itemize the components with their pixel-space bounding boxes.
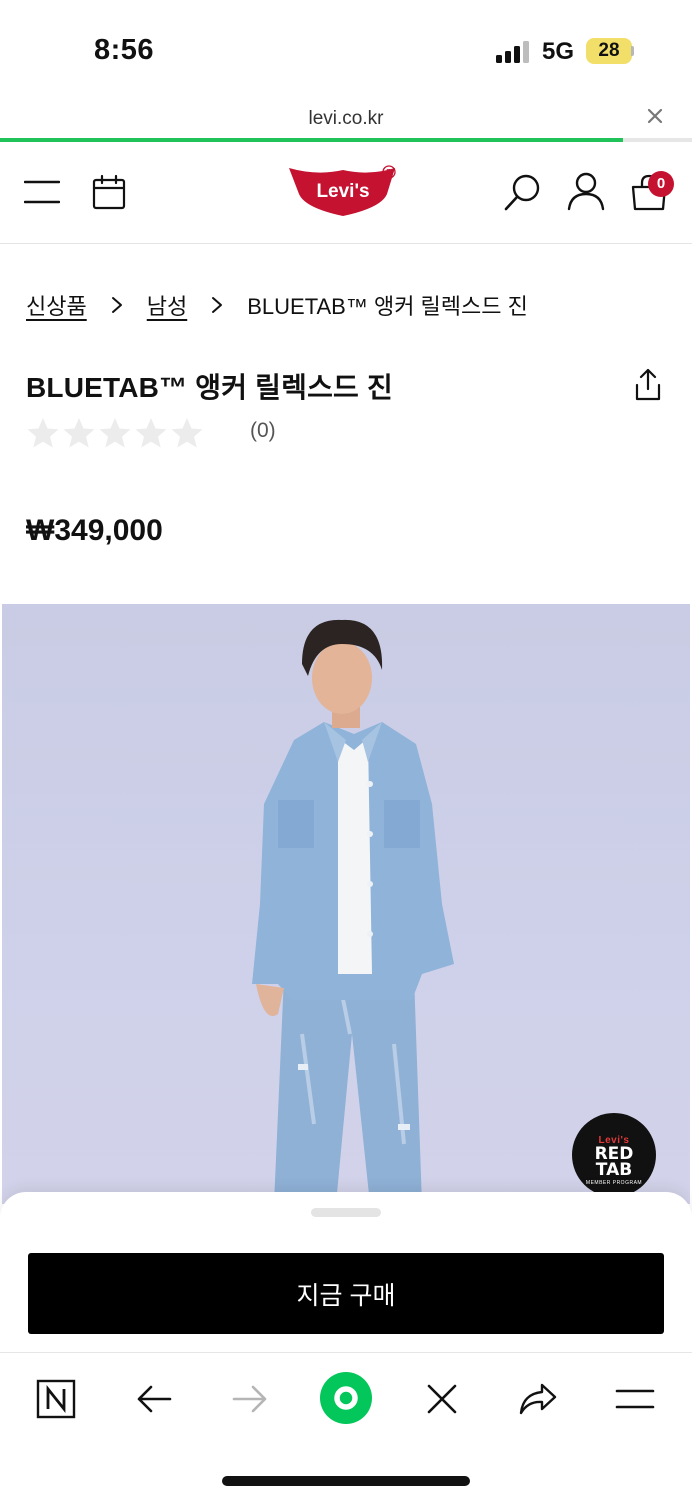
levis-logo[interactable]: Levi's R (287, 164, 405, 220)
svg-text:R: R (386, 168, 392, 177)
home-indicator (222, 1476, 470, 1486)
price-value: 349,000 (54, 514, 163, 547)
menu-icon[interactable] (613, 1377, 657, 1421)
breadcrumb: 신상품 남성 BLUETAB™ 앵커 릴렉스드 진 (26, 288, 528, 322)
product-price: ₩349,000 (26, 514, 163, 548)
url-text[interactable]: levi.co.kr (0, 108, 692, 130)
product-image[interactable] (2, 604, 690, 1204)
account-icon[interactable] (567, 171, 605, 211)
network-type: 5G (542, 38, 575, 65)
breadcrumb-item-men[interactable]: 남성 (147, 289, 187, 321)
price-currency: ₩ (26, 514, 55, 547)
share-icon[interactable] (516, 1377, 560, 1421)
status-time: 8:56 (94, 34, 155, 66)
share-icon[interactable] (634, 367, 662, 401)
buy-now-button[interactable]: 지금 구매 (28, 1253, 664, 1334)
search-icon[interactable] (503, 172, 543, 212)
star-icon (63, 418, 95, 448)
signal-icon (496, 41, 529, 63)
red-tab-subtitle: MEMBER PROGRAM (585, 1180, 643, 1186)
star-icon (99, 418, 131, 448)
battery-indicator: 28 (586, 38, 632, 64)
rating-stars (26, 416, 204, 450)
breadcrumb-current: BLUETAB™ 앵커 릴렉스드 진 (247, 294, 528, 319)
back-icon[interactable] (132, 1377, 176, 1421)
model-figure (252, 619, 454, 1204)
red-tab-line2: TAB (595, 1160, 633, 1180)
purchase-sheet: 지금 구매 (0, 1192, 692, 1352)
close-icon[interactable] (644, 105, 666, 127)
close-icon[interactable] (420, 1377, 464, 1421)
review-count[interactable]: (0) (250, 419, 276, 443)
chevron-right-icon (212, 297, 223, 313)
menu-icon[interactable] (24, 178, 60, 206)
forward-icon[interactable] (228, 1377, 272, 1421)
breadcrumb-item-new[interactable]: 신상품 (26, 289, 87, 321)
cart-count-badge: 0 (648, 171, 674, 197)
battery-tip (631, 46, 634, 56)
star-icon (171, 418, 203, 448)
red-tab-badge[interactable]: Levi's RED TAB MEMBER PROGRAM (572, 1113, 656, 1197)
chevron-right-icon (111, 297, 122, 313)
logo-text: Levi's (316, 181, 369, 202)
calendar-icon[interactable] (92, 174, 126, 210)
star-icon (135, 418, 167, 448)
star-icon (27, 418, 59, 448)
naver-icon[interactable] (34, 1377, 78, 1421)
url-bar[interactable]: levi.co.kr (0, 100, 692, 140)
status-bar: 8:56 5G 28 (0, 0, 692, 100)
home-icon[interactable] (319, 1371, 373, 1425)
product-title: BLUETAB™ 앵커 릴렉스드 진 (26, 372, 393, 403)
sheet-drag-handle[interactable] (311, 1208, 381, 1217)
